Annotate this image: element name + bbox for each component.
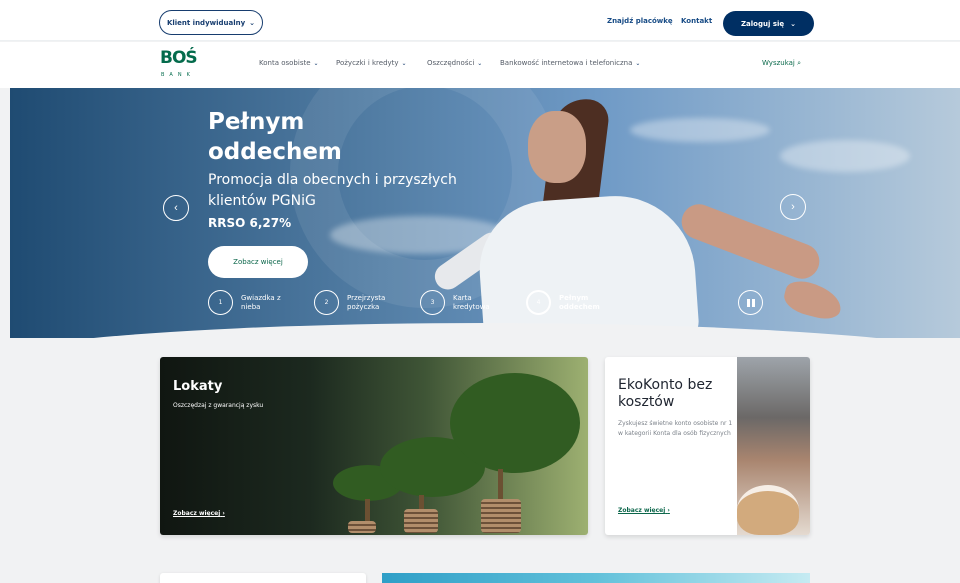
carousel-slide-3[interactable]: 3 Karta kredytowa [420,290,508,315]
deposits-link-label: Zobacz więcej [173,510,221,517]
chevron-down-icon: ⌄ [401,60,407,67]
slide-label: Pełnym oddechem [559,293,600,311]
bank-logo[interactable]: BOŚ BANK [160,48,198,82]
chevron-right-icon: › [791,200,795,213]
slide-number: 2 [314,290,339,315]
login-button[interactable]: Zaloguj się ⌄ [723,11,814,36]
deposits-card[interactable]: Lokaty Oszczędzaj z gwarancją zysku Zoba… [160,357,588,535]
client-type-label: Klient indywidualny [166,18,246,27]
carousel-pause-button[interactable] [738,290,763,315]
coin-stack [348,521,376,533]
carousel-slide-4[interactable]: 4 Pełnym oddechem [526,290,614,315]
search-link[interactable]: Wyszukaj ⌕ [762,59,801,68]
slide-number: 4 [526,290,551,315]
logo-subtext: BANK [161,72,195,78]
coin-stack [481,499,521,533]
cloud-decoration [630,118,770,142]
tree-decoration [450,373,580,473]
deposits-see-more-link[interactable]: Zobacz więcej › [173,510,225,517]
ekokonto-link-label: Zobacz więcej [618,507,666,514]
hero-see-more-button[interactable]: Zobacz więcej [208,246,308,278]
nav-savings-label: Oszczędności [427,59,475,67]
cloud-decoration [780,140,910,172]
chevron-right-icon: › [667,507,670,514]
chevron-down-icon: ⌄ [313,60,319,67]
coffee-cup-image [737,485,799,535]
ekokonto-card[interactable]: EkoKonto bez kosztów Zyskujesz świetne k… [605,357,810,535]
nav-loans-credits-label: Pożyczki i kredyty [336,59,399,67]
slide-label: Karta kredytowa [453,293,490,311]
tree-trunk [498,469,503,502]
slide-number: 1 [208,290,233,315]
hero-person-body [475,190,700,338]
nav-personal-accounts[interactable]: Konta osobiste ⌄ [259,59,319,67]
slide-label: Przejrzysta pożyczka [347,293,386,311]
hero-person-head [528,111,586,183]
chevron-down-icon: ⌄ [249,18,256,27]
chevron-right-icon: › [222,510,225,517]
hero-subtitle: Promocja dla obecnych i przyszłych klien… [208,172,457,209]
hero-person-hand [780,277,846,323]
hero-rrso: RRSO 6,27% [208,216,292,230]
carousel-slide-1[interactable]: 1 Gwiazdka z nieba [208,290,296,315]
ekokonto-title: EkoKonto bez kosztów [618,377,713,410]
deposits-title: Lokaty [173,379,223,394]
hero-title: Pełnym oddechem [208,109,342,165]
carousel-next-button[interactable]: › [780,194,806,220]
find-branch-link[interactable]: Znajdź placówkę [607,17,673,25]
slide-number: 3 [420,290,445,315]
promo-card-partial[interactable] [160,573,366,583]
search-icon: ⌕ [797,59,802,67]
carousel-prev-button[interactable]: ‹ [163,195,189,221]
chevron-down-icon: ⌄ [477,60,483,67]
bank-home-page: Klient indywidualny ⌄ Znajdź placówkę Ko… [0,0,960,583]
nav-personal-accounts-label: Konta osobiste [259,59,311,67]
login-button-label: Zaloguj się [740,19,785,28]
chevron-left-icon: ‹ [174,201,178,214]
nav-savings[interactable]: Oszczędności ⌄ [427,59,482,67]
promo-banner-partial[interactable] [382,573,810,583]
tree-trunk [365,499,370,521]
deposits-subtitle: Oszczędzaj z gwarancją zysku [173,402,264,409]
top-bar: Klient indywidualny ⌄ Znajdź placówkę Ko… [0,0,960,41]
nav-internet-phone-banking[interactable]: Bankowość internetowa i telefoniczna ⌄ [500,59,640,67]
chevron-down-icon: ⌄ [635,60,641,67]
nav-internet-phone-banking-label: Bankowość internetowa i telefoniczna [500,59,633,67]
chevron-down-icon: ⌄ [790,19,797,28]
ekokonto-description: Zyskujesz świetne konto osobiste nr 1 w … [618,420,733,437]
nav-loans-credits[interactable]: Pożyczki i kredyty ⌄ [336,59,407,67]
coin-stack [404,509,438,533]
search-label: Wyszukaj [762,59,795,67]
carousel-slide-2[interactable]: 2 Przejrzysta pożyczka [314,290,402,315]
logo-mark: BOŚ [160,48,198,68]
pause-icon [751,298,755,307]
pause-icon [746,298,750,307]
tree-trunk [419,495,424,510]
client-type-dropdown[interactable]: Klient indywidualny ⌄ [159,10,263,35]
contact-link[interactable]: Kontakt [681,17,712,25]
slide-label: Gwiazdka z nieba [241,293,281,311]
ekokonto-see-more-link[interactable]: Zobacz więcej › [618,507,670,514]
